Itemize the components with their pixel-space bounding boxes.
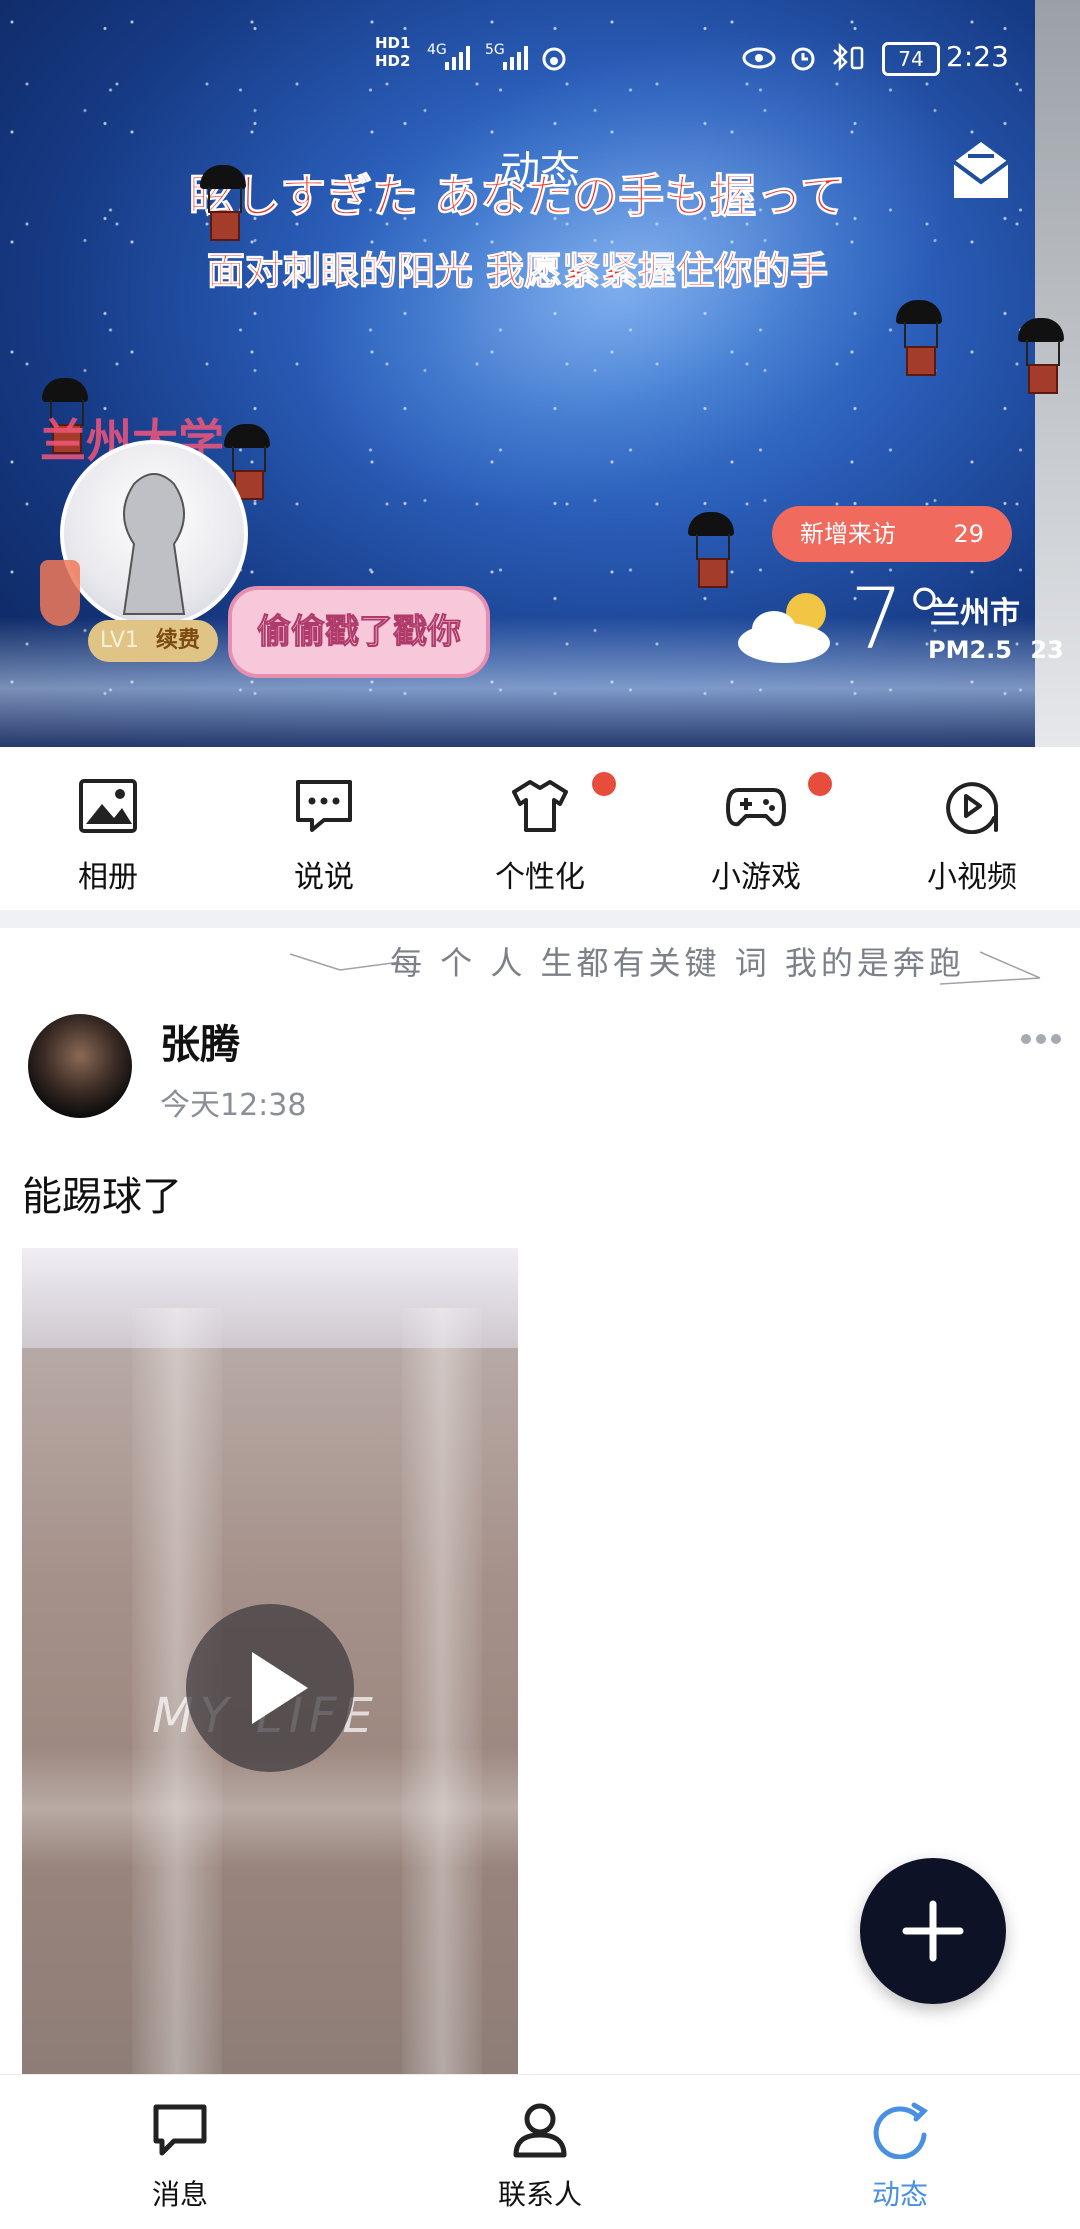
lyric-chinese: 面对刺眼的阳光 我愿紧紧握住你的手 <box>206 249 829 294</box>
quick-nav-album[interactable]: 相册 <box>0 778 216 896</box>
quick-nav-personalize[interactable]: 个性化 <box>432 772 648 896</box>
bottom-nav: 消息 联系人 动态 <box>0 2074 1080 2229</box>
parachute-icon <box>896 300 942 376</box>
battery-icon: 74 <box>882 42 940 76</box>
eye-icon <box>742 47 776 69</box>
level-badge[interactable]: LV1 续费 <box>88 620 218 662</box>
pm25-reading: PM2.5 23 <box>928 636 1064 664</box>
author-avatar[interactable] <box>28 1014 132 1118</box>
signal-icon-2 <box>503 46 528 70</box>
weather-partly-cloudy-icon <box>738 593 830 663</box>
tshirt-icon <box>512 780 568 832</box>
post-video-thumbnail[interactable]: MY LIFE <box>22 1248 518 2074</box>
play-icon <box>252 1652 308 1724</box>
user-avatar[interactable] <box>60 440 248 628</box>
plus-icon <box>902 1900 964 1962</box>
new-visitors-pill[interactable]: 新增来访 29 <box>772 506 1012 562</box>
video-play-icon <box>946 782 998 835</box>
chat-icon <box>296 780 352 832</box>
vibrate-icon <box>850 46 864 70</box>
hotspot-icon <box>542 47 566 71</box>
quick-nav-moments[interactable]: 说说 <box>216 778 432 896</box>
quick-nav: 相册 说说 个性化 小游戏 小视频 <box>0 768 1080 898</box>
notification-badge <box>592 772 616 796</box>
lyric-japanese: 眩しすぎた あなたの手も握って <box>189 169 847 224</box>
bottom-nav-contacts[interactable]: 联系人 <box>360 2101 720 2213</box>
quick-nav-short-video[interactable]: 小视频 <box>864 778 1080 896</box>
post-author[interactable]: 张腾 <box>160 1012 240 1070</box>
create-post-button[interactable] <box>860 1858 1006 2004</box>
contacts-icon <box>513 2103 567 2158</box>
parachute-icon <box>200 165 246 241</box>
alarm-icon <box>791 47 815 71</box>
quick-nav-games[interactable]: 小游戏 <box>648 772 864 896</box>
refresh-feed-icon <box>873 2102 929 2160</box>
status-bar-right: 74 2:23 <box>742 40 1042 84</box>
signal-icon <box>445 46 470 70</box>
message-icon <box>153 2104 207 2156</box>
post-time: 今天12:38 <box>160 1088 307 1123</box>
parachute-icon <box>688 512 734 588</box>
decor-banner: 每 个 人 生都有关键 词 我的是奔跑 <box>0 928 1080 1000</box>
notification-badge <box>808 772 832 796</box>
parachute-icon <box>1018 318 1064 394</box>
gamepad-icon <box>726 788 786 827</box>
clock-time: 2:23 <box>946 40 1009 73</box>
section-divider <box>0 910 1080 928</box>
bottom-nav-messages[interactable]: 消息 <box>0 2101 360 2213</box>
album-icon <box>79 779 137 833</box>
more-options-icon[interactable] <box>1020 1030 1062 1049</box>
bluetooth-icon <box>833 42 848 72</box>
potion-icon <box>40 560 80 626</box>
bottom-nav-feed[interactable]: 动态 <box>720 2101 1080 2213</box>
poke-sticker[interactable]: 偷偷戳了戳你 <box>228 586 490 678</box>
post-content: 能踢球了 <box>22 1174 182 1220</box>
weather-city: 兰州市 <box>930 596 1020 631</box>
play-button[interactable] <box>186 1604 354 1772</box>
